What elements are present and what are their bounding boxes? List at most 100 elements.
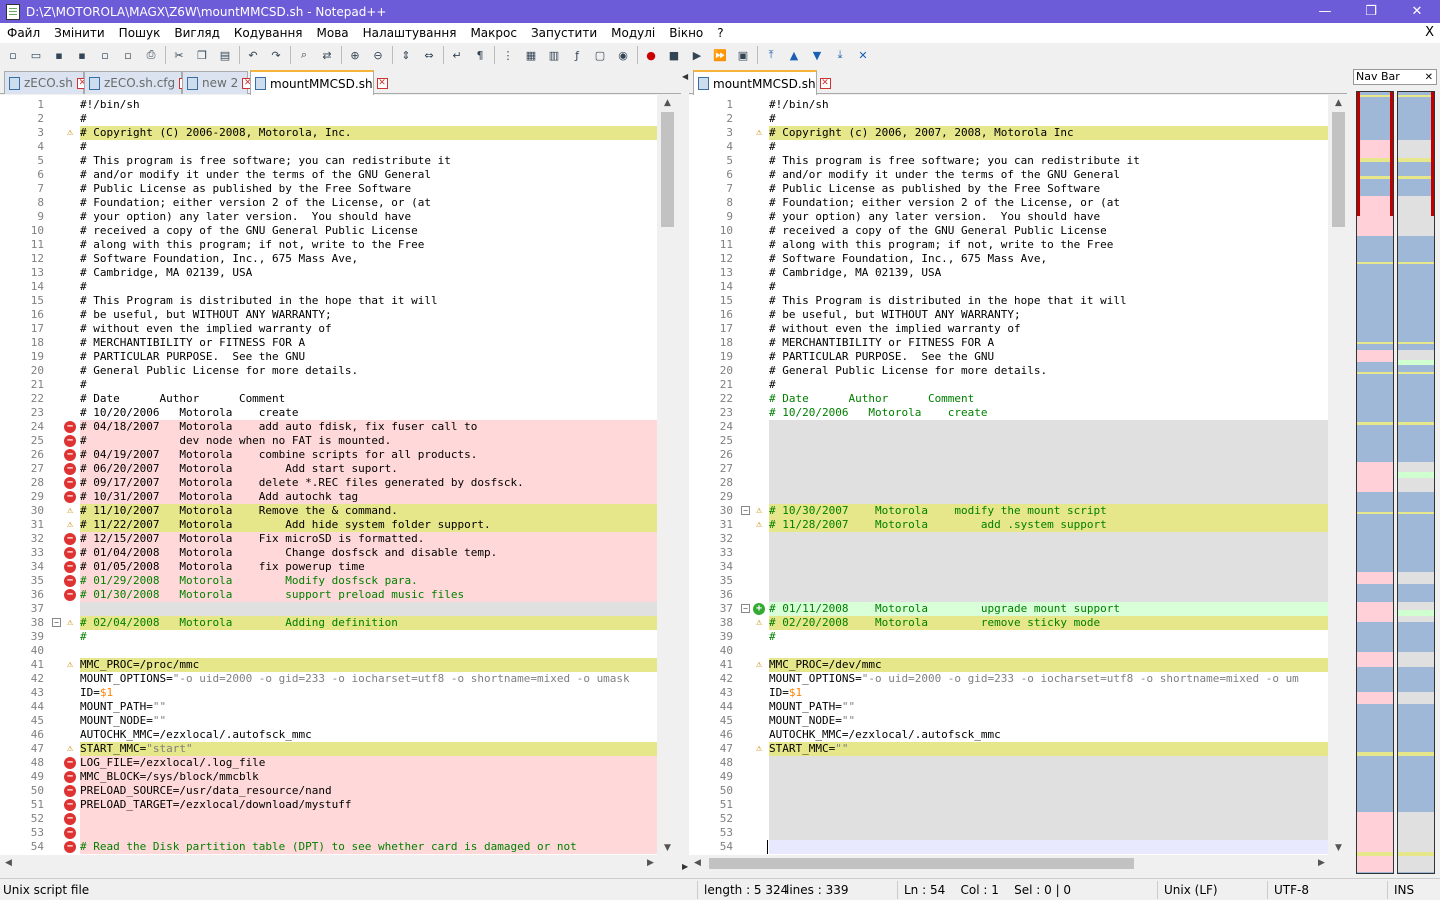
fold-marker-icon[interactable]: − xyxy=(741,506,750,515)
code-line[interactable]: 37 xyxy=(0,602,657,616)
code-line[interactable]: 40 xyxy=(0,644,657,658)
record-icon[interactable]: ● xyxy=(642,46,660,64)
play-icon[interactable]: ▶ xyxy=(688,46,706,64)
code-line[interactable]: 52 xyxy=(689,812,1328,826)
close-window-button[interactable]: ✕ xyxy=(1394,0,1440,23)
cut-icon[interactable]: ✂ xyxy=(170,46,188,64)
code-line[interactable]: 11 # along with this program; if not, wri… xyxy=(0,238,657,252)
code-line[interactable]: 34 xyxy=(689,560,1328,574)
code-line[interactable]: 1 #!/bin/sh xyxy=(0,98,657,112)
sync-h-icon[interactable]: ⇔ xyxy=(420,46,438,64)
code-line[interactable]: 39 # xyxy=(689,630,1328,644)
menu-help[interactable]: ? xyxy=(710,26,730,40)
close-all-icon[interactable]: ▫ xyxy=(119,46,137,64)
undo-icon[interactable]: ↶ xyxy=(244,46,262,64)
open-icon[interactable]: ▭ xyxy=(27,46,45,64)
code-line[interactable]: 46 AUTOCHK_MMC=/ezxlocal/.autofsck_mmc xyxy=(689,728,1328,742)
close-tab-icon[interactable]: ✕ xyxy=(376,78,388,89)
code-line[interactable]: 24 xyxy=(689,420,1328,434)
code-line[interactable]: 54 xyxy=(689,840,1328,854)
close-tab-icon[interactable]: ✕ xyxy=(819,78,831,89)
all-chars-icon[interactable]: ¶ xyxy=(471,46,489,64)
code-line[interactable]: 40 xyxy=(689,644,1328,658)
menu-macro[interactable]: Макрос xyxy=(463,26,524,40)
zoom-in-icon[interactable]: ⊕ xyxy=(346,46,364,64)
compare-last-icon[interactable]: ⤓ xyxy=(831,46,849,64)
code-line[interactable]: 23 # 10/20/2006 Motorola create xyxy=(689,406,1328,420)
code-line[interactable]: 42 MOUNT_OPTIONS="-o uid=2000 -o gid=233 … xyxy=(0,672,657,686)
code-line[interactable]: 39 # xyxy=(0,630,657,644)
code-line[interactable]: 27 xyxy=(689,462,1328,476)
code-line[interactable]: 51 xyxy=(689,798,1328,812)
code-line[interactable]: 41 ⚠ MMC_PROC=/dev/mmc xyxy=(689,658,1328,672)
left-horizontal-scrollbar[interactable]: ◀ ▶ xyxy=(0,855,659,872)
code-line[interactable]: 24 − # 04/18/2007 Motorola add auto fdisk,… xyxy=(0,420,657,434)
tab-mountmmcsd-left[interactable]: mountMMCSD.sh ✕ xyxy=(250,70,388,95)
wrap-icon[interactable]: ↵ xyxy=(448,46,466,64)
code-line[interactable]: 49 xyxy=(689,770,1328,784)
code-line[interactable]: 27 − # 06/20/2007 Motorola Add start supor… xyxy=(0,462,657,476)
redo-icon[interactable]: ↷ xyxy=(267,46,285,64)
code-line[interactable]: 46 AUTOCHK_MMC=/ezxlocal/.autofsck_mmc xyxy=(0,728,657,742)
code-line[interactable]: 41 ⚠ MMC_PROC=/proc/mmc xyxy=(0,658,657,672)
code-line[interactable]: 19 # PARTICULAR PURPOSE. See the GNU xyxy=(0,350,657,364)
code-line[interactable]: 3 ⚠ # Copyright (c) 2006, 2007, 2008, Moto… xyxy=(689,126,1328,140)
scroll-right-icon[interactable]: ▶ xyxy=(1313,855,1330,872)
code-line[interactable]: 47 ⚠ START_MMC="" xyxy=(689,742,1328,756)
menu-file[interactable]: Файл xyxy=(0,26,47,40)
right-horizontal-scrollbar[interactable]: ◀ ▶ xyxy=(689,855,1330,872)
monitor-icon[interactable]: ◉ xyxy=(614,46,632,64)
code-line[interactable]: 20 # General Public License for more deta… xyxy=(0,364,657,378)
code-line[interactable]: 52 − xyxy=(0,812,657,826)
code-line[interactable]: 15 # This Program is distributed in the h… xyxy=(689,294,1328,308)
new-icon[interactable]: ▫ xyxy=(4,46,22,64)
code-line[interactable]: 53 − xyxy=(0,826,657,840)
code-line[interactable]: 6 # and/or modify it under the terms of t… xyxy=(0,168,657,182)
code-line[interactable]: 17 # without even the implied warranty of xyxy=(689,322,1328,336)
code-line[interactable]: 10 # received a copy of the GNU General P… xyxy=(0,224,657,238)
right-editor[interactable]: 1 #!/bin/sh 2 #3 ⚠ # Copyright (c) 2006, 2007… xyxy=(689,95,1328,857)
code-line[interactable]: 7 # Public License as published by the Fr… xyxy=(0,182,657,196)
menu-settings[interactable]: Налаштування xyxy=(356,26,464,40)
code-line[interactable]: 22 # Date Author Comment xyxy=(0,392,657,406)
menu-edit[interactable]: Змінити xyxy=(47,26,112,40)
close-nav-bar-icon[interactable]: ✕ xyxy=(1425,71,1433,85)
compare-clear-icon[interactable]: ✕ xyxy=(854,46,872,64)
paste-icon[interactable]: ▤ xyxy=(216,46,234,64)
tab-new-2[interactable]: new 2 ✕ xyxy=(182,71,254,94)
pane-splitter[interactable]: ◀ ▶ xyxy=(681,67,689,876)
code-line[interactable]: 29 xyxy=(689,490,1328,504)
restore-button[interactable]: ❐ xyxy=(1348,0,1394,23)
menu-language[interactable]: Мова xyxy=(310,26,356,40)
scroll-left-icon[interactable]: ◀ xyxy=(689,855,706,872)
code-line[interactable]: 18 # MERCHANTIBILITY or FITNESS FOR A xyxy=(689,336,1328,350)
scroll-left-icon[interactable]: ◀ xyxy=(0,855,17,872)
code-line[interactable]: 34 − # 01/05/2008 Motorola fix powerup tim… xyxy=(0,560,657,574)
code-line[interactable]: 42 MOUNT_OPTIONS="-o uid=2000 -o gid=233 … xyxy=(689,672,1328,686)
code-line[interactable]: 13 # Cambridge, MA 02139, USA xyxy=(689,266,1328,280)
code-line[interactable]: 16 # be useful, but WITHOUT ANY WARRANTY; xyxy=(689,308,1328,322)
compare-next-icon[interactable]: ▼ xyxy=(808,46,826,64)
code-line[interactable]: 8 # Foundation; either version 2 of the L… xyxy=(689,196,1328,210)
tab-zeco-sh-cfg[interactable]: zECO.sh.cfg✕ xyxy=(84,71,191,94)
code-line[interactable]: 50 − PRELOAD_SOURCE=/usr/data_resource/nan… xyxy=(0,784,657,798)
code-line[interactable]: 45 MOUNT_NODE="" xyxy=(0,714,657,728)
menu-run[interactable]: Запустити xyxy=(524,26,604,40)
save-icon[interactable]: ▪ xyxy=(50,46,68,64)
udl-icon[interactable]: ▦ xyxy=(522,46,540,64)
code-line[interactable]: 29 − # 10/31/2007 Motorola Add autochk tag xyxy=(0,490,657,504)
indent-guide-icon[interactable]: ⋮ xyxy=(499,46,517,64)
code-line[interactable]: 43 ID=$1 xyxy=(0,686,657,700)
copy-icon[interactable]: ❐ xyxy=(193,46,211,64)
code-line[interactable]: 4 # xyxy=(689,140,1328,154)
code-line[interactable]: 5 # This program is free software; you ca… xyxy=(689,154,1328,168)
status-eol[interactable]: Unix (LF) xyxy=(1164,883,1218,897)
menu-plugins[interactable]: Модулі xyxy=(604,26,662,40)
sync-v-icon[interactable]: ⇕ xyxy=(397,46,415,64)
code-line[interactable]: 48 xyxy=(689,756,1328,770)
zoom-out-icon[interactable]: ⊖ xyxy=(369,46,387,64)
tab-mountmmcsd-right[interactable]: mountMMCSD.sh ✕ xyxy=(693,70,831,95)
code-line[interactable]: 36 xyxy=(689,588,1328,602)
menu-view[interactable]: Вигляд xyxy=(167,26,227,40)
code-line[interactable]: 20 # General Public License for more deta… xyxy=(689,364,1328,378)
